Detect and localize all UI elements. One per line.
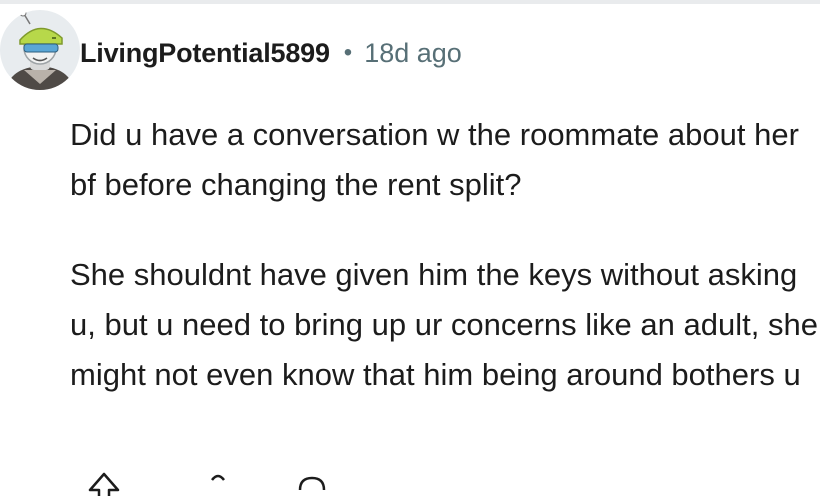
top-divider [0,0,820,4]
comment-paragraph: She shouldnt have given him the keys wit… [70,257,818,392]
upvote-button[interactable] [86,466,122,501]
avatar-icon [0,10,80,90]
comment-timestamp[interactable]: 18d ago [364,38,462,69]
downvote-icon [211,474,225,481]
reply-button[interactable] [292,466,332,501]
author-username[interactable]: LivingPotential5899 [80,38,330,69]
downvote-button[interactable] [200,466,236,501]
upvote-icon [88,472,120,501]
comment-meta: LivingPotential5899 • 18d ago [80,33,462,73]
reply-icon [298,476,326,491]
meta-separator: • [343,39,353,66]
comment-paragraph: Did u have a conversation w the roommate… [70,117,799,202]
comment-actions [70,466,332,501]
comment-body: Did u have a conversation w the roommate… [70,110,820,400]
avatar[interactable] [0,10,80,90]
